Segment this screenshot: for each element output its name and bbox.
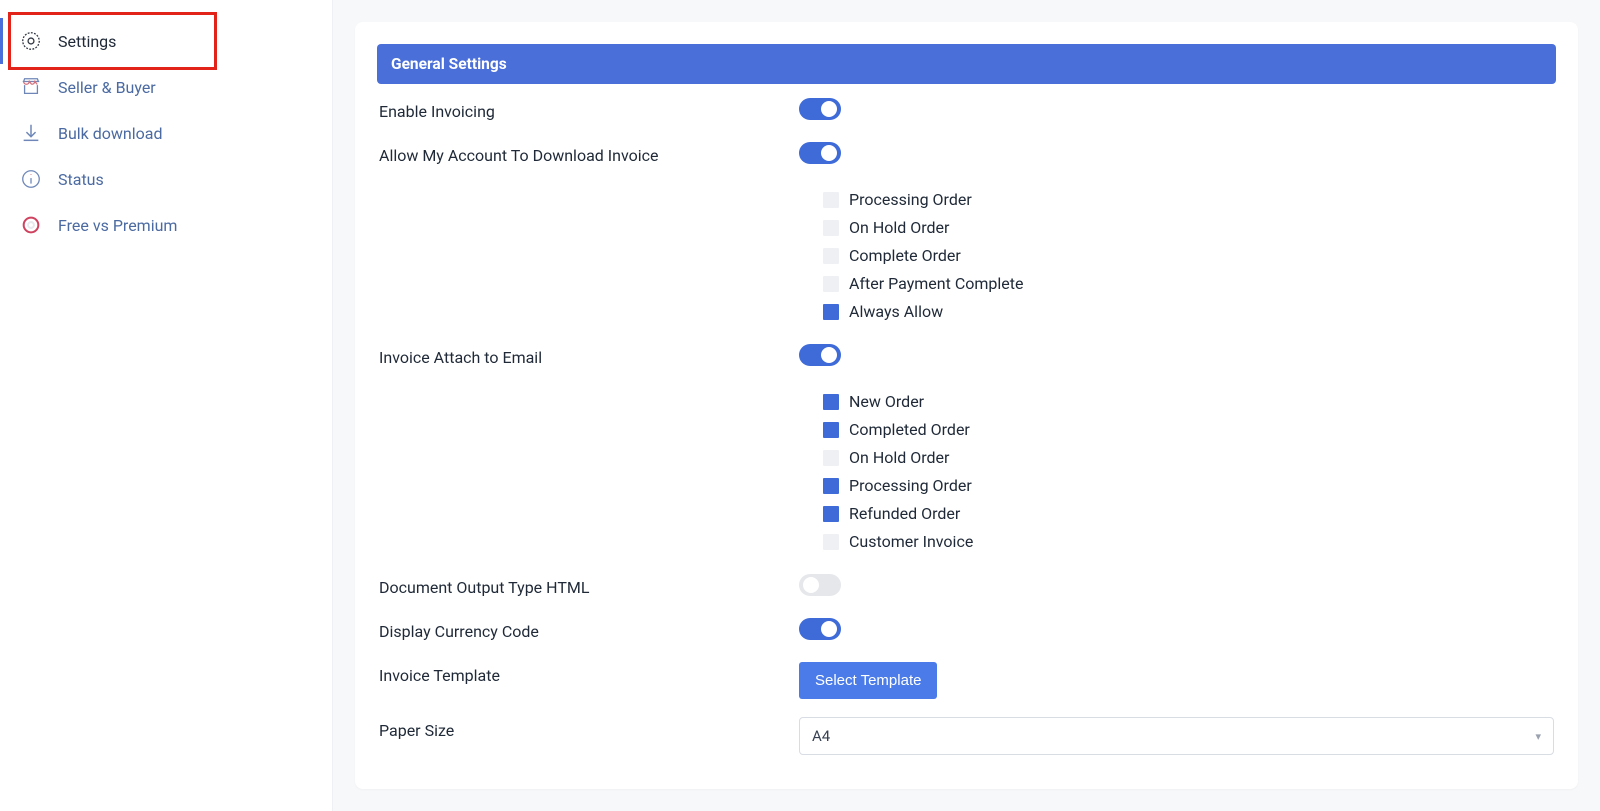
paper-size-value: A4 — [812, 727, 830, 745]
sidebar-item-label: Settings — [58, 32, 116, 51]
label-attach-email: Invoice Attach to Email — [379, 344, 779, 367]
label-enable-invoicing: Enable Invoicing — [379, 98, 779, 121]
sidebar-item-bulk-download[interactable]: Bulk download — [0, 110, 332, 156]
label-output-html: Document Output Type HTML — [379, 574, 779, 597]
sidebar-item-status[interactable]: Status — [0, 156, 332, 202]
option-label: Refunded Order — [849, 502, 960, 526]
sidebar-item-seller-buyer[interactable]: Seller & Buyer — [0, 64, 332, 110]
row-enable-invoicing: Enable Invoicing — [377, 84, 1556, 128]
checkbox-icon — [823, 276, 839, 292]
sidebar-item-label: Seller & Buyer — [58, 78, 156, 97]
sidebar-item-settings[interactable]: Settings — [0, 18, 332, 64]
label-currency-code: Display Currency Code — [379, 618, 779, 641]
sidebar-item-free-vs-premium[interactable]: Free vs Premium — [0, 202, 332, 248]
option-label: Customer Invoice — [849, 530, 973, 554]
option-label: Complete Order — [849, 244, 961, 268]
download-icon — [20, 122, 42, 144]
toggle-attach-email[interactable] — [799, 344, 841, 366]
option-on-hold-order[interactable]: On Hold Order — [823, 214, 1554, 242]
checkbox-icon — [823, 450, 839, 466]
label-allow-download: Allow My Account To Download Invoice — [379, 142, 779, 165]
option-label: On Hold Order — [849, 216, 949, 240]
checkbox-icon — [823, 478, 839, 494]
label-paper-size: Paper Size — [379, 717, 779, 740]
option-after-payment[interactable]: After Payment Complete — [823, 270, 1554, 298]
select-template-button[interactable]: Select Template — [799, 662, 937, 699]
option-processing-order[interactable]: Processing Order — [823, 472, 1554, 500]
option-label: Processing Order — [849, 188, 972, 212]
checkbox-icon — [823, 506, 839, 522]
row-paper-size: Paper Size A4 ▾ — [377, 703, 1556, 759]
allow-download-options: Processing Order On Hold Order Complete … — [823, 186, 1554, 326]
toggle-allow-download[interactable] — [799, 142, 841, 164]
row-allow-download: Allow My Account To Download Invoice Pro… — [377, 128, 1556, 330]
option-label: Completed Order — [849, 418, 970, 442]
checkbox-icon — [823, 220, 839, 236]
sidebar-item-label: Bulk download — [58, 124, 163, 143]
label-invoice-template: Invoice Template — [379, 662, 779, 685]
option-label: On Hold Order — [849, 446, 949, 470]
main-content: General Settings Enable Invoicing Allow … — [333, 0, 1600, 811]
option-refunded-order[interactable]: Refunded Order — [823, 500, 1554, 528]
checkbox-icon — [823, 248, 839, 264]
store-icon — [20, 76, 42, 98]
option-label: Always Allow — [849, 300, 943, 324]
checkbox-icon — [823, 422, 839, 438]
paper-size-select[interactable]: A4 ▾ — [799, 717, 1554, 755]
sidebar: Settings Seller & Buyer Bulk download — [0, 0, 333, 811]
gear-icon — [20, 30, 42, 52]
option-processing-order[interactable]: Processing Order — [823, 186, 1554, 214]
checkbox-icon — [823, 304, 839, 320]
info-icon — [20, 168, 42, 190]
option-customer-invoice[interactable]: Customer Invoice — [823, 528, 1554, 556]
row-currency-code: Display Currency Code — [377, 604, 1556, 648]
section-header: General Settings — [377, 44, 1556, 84]
option-on-hold-order[interactable]: On Hold Order — [823, 444, 1554, 472]
option-complete-order[interactable]: Complete Order — [823, 242, 1554, 270]
toggle-output-html[interactable] — [799, 574, 841, 596]
sidebar-item-label: Free vs Premium — [58, 216, 177, 235]
row-output-html: Document Output Type HTML — [377, 560, 1556, 604]
option-new-order[interactable]: New Order — [823, 388, 1554, 416]
sidebar-item-label: Status — [58, 170, 104, 189]
row-attach-email: Invoice Attach to Email New Order Comple… — [377, 330, 1556, 560]
option-always-allow[interactable]: Always Allow — [823, 298, 1554, 326]
option-completed-order[interactable]: Completed Order — [823, 416, 1554, 444]
ring-icon — [20, 214, 42, 236]
checkbox-icon — [823, 394, 839, 410]
option-label: New Order — [849, 390, 924, 414]
settings-card: General Settings Enable Invoicing Allow … — [355, 22, 1578, 789]
chevron-down-icon: ▾ — [1535, 730, 1541, 743]
row-invoice-template: Invoice Template Select Template — [377, 648, 1556, 703]
checkbox-icon — [823, 534, 839, 550]
toggle-enable-invoicing[interactable] — [799, 98, 841, 120]
option-label: Processing Order — [849, 474, 972, 498]
option-label: After Payment Complete — [849, 272, 1023, 296]
checkbox-icon — [823, 192, 839, 208]
toggle-currency-code[interactable] — [799, 618, 841, 640]
attach-email-options: New Order Completed Order On Hold Order … — [823, 388, 1554, 556]
